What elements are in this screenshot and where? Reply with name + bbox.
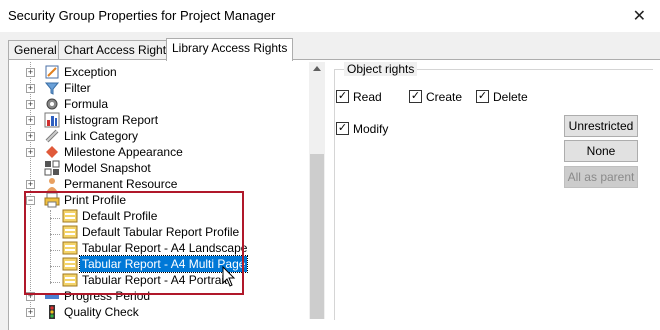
tree-item-label: Filter: [64, 81, 91, 95]
mouse-cursor-icon: [222, 266, 236, 287]
tab-library-access-rights[interactable]: Library Access Rights: [166, 38, 294, 61]
all-as-parent-button[interactable]: All as parent: [564, 166, 638, 188]
resource-icon: [47, 178, 57, 191]
object-rights-group: [334, 69, 653, 320]
tree-item-label: Quality Check: [64, 305, 139, 319]
tree-item-label: Formula: [64, 97, 109, 111]
create-label: Create: [426, 90, 463, 104]
tab-general[interactable]: General: [8, 40, 63, 60]
tree-item-label: Histogram Report: [64, 113, 159, 127]
tree-item-label: Milestone Appearance: [64, 145, 183, 159]
title-bar: Security Group Properties for Project Ma…: [0, 0, 660, 32]
snapshot-icon: [44, 160, 60, 176]
histogram-icon: [44, 112, 60, 128]
tree-item-label: Model Snapshot: [64, 161, 151, 175]
formula-icon: [46, 98, 58, 110]
scroll-up-icon[interactable]: [313, 66, 321, 71]
tab-chart-access-rights[interactable]: Chart Access Rights: [58, 40, 179, 60]
check-icon[interactable]: ✓: [476, 90, 489, 103]
delete-label: Delete: [493, 90, 528, 104]
read-label: Read: [353, 90, 382, 104]
unrestricted-button[interactable]: Unrestricted: [564, 115, 638, 137]
scrollbar-thumb[interactable]: [310, 154, 324, 319]
object-rights-title: Object rights: [344, 62, 418, 76]
tree-item-label: Exception: [64, 65, 117, 79]
tree-item-label: Link Category: [64, 129, 139, 143]
none-button[interactable]: None: [564, 140, 638, 162]
quality-icon: [49, 305, 55, 319]
exception-icon: [45, 65, 59, 79]
filter-icon: [44, 82, 60, 95]
expand-icon[interactable]: +: [26, 116, 35, 125]
tree-scrollbar[interactable]: [309, 62, 325, 319]
check-icon[interactable]: ✓: [409, 90, 422, 103]
expand-icon[interactable]: +: [26, 148, 35, 157]
expand-icon[interactable]: +: [26, 132, 35, 141]
window-title: Security Group Properties for Project Ma…: [8, 8, 276, 23]
expand-icon[interactable]: +: [26, 100, 35, 109]
tree-item-label: Permanent Resource: [64, 177, 178, 191]
milestone-icon: [46, 146, 58, 158]
expand-icon[interactable]: +: [26, 68, 35, 77]
expand-icon[interactable]: +: [26, 84, 35, 93]
close-icon[interactable]: ✕: [633, 6, 646, 26]
highlight-box: [24, 191, 244, 295]
check-icon[interactable]: ✓: [336, 122, 349, 135]
modify-label: Modify: [353, 122, 389, 136]
check-icon[interactable]: ✓: [336, 90, 349, 103]
expand-icon[interactable]: +: [26, 180, 35, 189]
expand-icon[interactable]: +: [26, 308, 35, 317]
link-icon: [45, 129, 59, 143]
